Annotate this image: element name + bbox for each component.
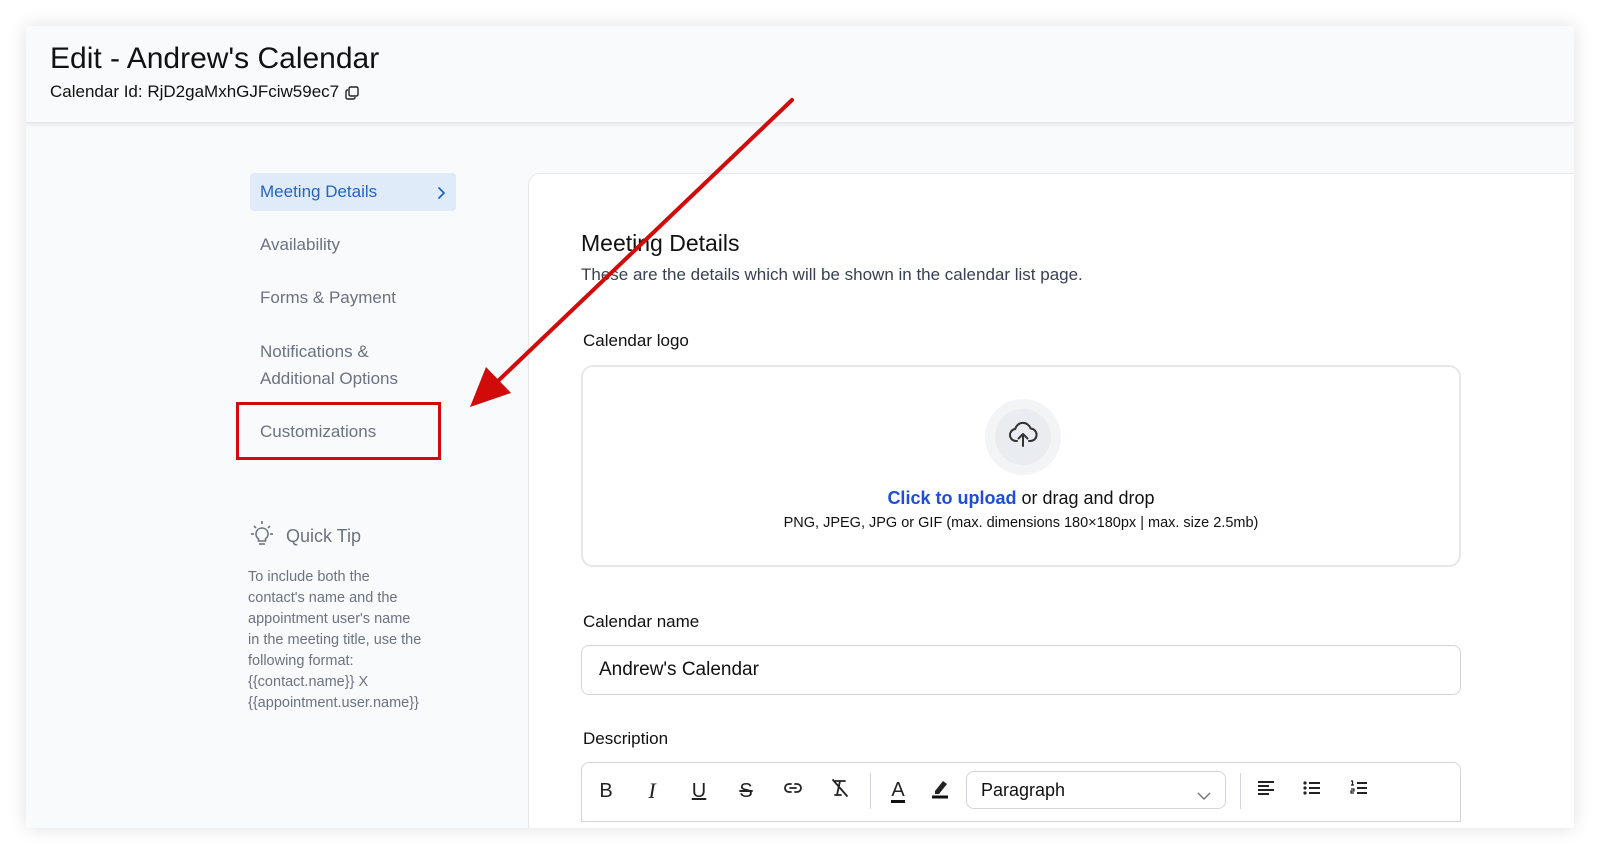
calendar-name-input[interactable] xyxy=(581,645,1461,695)
calendar-logo-label: Calendar logo xyxy=(583,331,689,350)
clear-format-button[interactable] xyxy=(826,777,854,805)
quick-tip-header: Quick Tip xyxy=(248,520,458,553)
strikethrough-icon: S xyxy=(739,779,753,802)
quick-tip: Quick Tip To include both the contact's … xyxy=(248,520,458,714)
text-color-button[interactable]: A xyxy=(884,777,912,805)
sidebar-item-label: Notifications & Additional Options xyxy=(260,342,398,388)
calendar-name-label: Calendar name xyxy=(583,612,700,631)
paragraph-style-select[interactable]: Paragraph xyxy=(966,771,1226,809)
section-title: Meeting Details xyxy=(581,230,740,256)
upload-hint: PNG, JPEG, JPG or GIF (max. dimensions 1… xyxy=(783,515,1259,531)
calendar-id: Calendar Id: RjD2gaMxhGJFciw59ec7 xyxy=(50,82,359,102)
text-color-icon: A xyxy=(891,778,905,803)
clear-format-icon xyxy=(829,777,851,805)
sidebar-item-meeting-details[interactable]: Meeting Details xyxy=(250,173,456,211)
underline-icon: U xyxy=(691,779,707,802)
align-left-icon xyxy=(1255,777,1277,805)
highlight-button[interactable] xyxy=(926,777,954,805)
italic-icon: I xyxy=(648,778,656,803)
toolbar-divider xyxy=(870,773,871,809)
quick-tip-text: To include both the contact's name and t… xyxy=(248,569,422,711)
highlighter-icon xyxy=(929,777,951,805)
logo-upload-dropzone[interactable]: Click to upload or drag and drop PNG, JP… xyxy=(581,365,1461,567)
bullet-list-icon xyxy=(1301,777,1323,805)
link-button[interactable] xyxy=(779,777,807,805)
bullet-list-button[interactable] xyxy=(1298,777,1326,805)
upload-instruction: Click to upload or drag and drop xyxy=(583,488,1459,509)
annotation-highlight-box xyxy=(236,402,441,460)
section-subtitle: These are the details which will be show… xyxy=(581,265,1083,284)
upload-icon-circle xyxy=(985,399,1061,475)
sidebar-item-label: Meeting Details xyxy=(260,182,378,201)
strikethrough-button[interactable]: S xyxy=(732,777,760,805)
upload-rest-text: or drag and drop xyxy=(1016,488,1155,508)
bold-icon: B xyxy=(599,779,613,802)
numbered-list-icon xyxy=(1348,777,1370,805)
underline-button[interactable]: U xyxy=(685,777,713,805)
bold-button[interactable]: B xyxy=(592,777,620,805)
cloud-upload-icon xyxy=(1007,419,1039,456)
numbered-list-button[interactable] xyxy=(1345,777,1373,805)
app-window: Edit - Andrew's Calendar Calendar Id: Rj… xyxy=(26,26,1574,828)
description-label: Description xyxy=(583,729,669,748)
toolbar-divider xyxy=(1240,773,1241,809)
page-title: Edit - Andrew's Calendar xyxy=(50,42,380,75)
sidebar-item-forms-payment[interactable]: Forms & Payment xyxy=(250,278,456,318)
link-icon xyxy=(782,777,804,805)
sidebar-item-label: Availability xyxy=(260,235,341,254)
sidebar-item-label: Forms & Payment xyxy=(260,288,397,307)
chevron-right-icon xyxy=(436,185,446,199)
lightbulb-icon xyxy=(248,520,276,553)
calendar-id-text: Calendar Id: RjD2gaMxhGJFciw59ec7 xyxy=(50,82,340,101)
paragraph-style-value: Paragraph xyxy=(981,779,1066,800)
chevron-down-icon xyxy=(1197,785,1211,800)
sidebar-item-notifications[interactable]: Notifications & Additional Options xyxy=(250,332,456,394)
sidebar-item-availability[interactable]: Availability xyxy=(250,225,456,265)
description-editor-toolbar: B I U S A Paragraph xyxy=(581,762,1461,822)
italic-button[interactable]: I xyxy=(638,777,666,805)
align-left-button[interactable] xyxy=(1252,777,1280,805)
click-to-upload-link[interactable]: Click to upload xyxy=(887,488,1016,508)
quick-tip-title: Quick Tip xyxy=(286,526,362,546)
copy-icon[interactable] xyxy=(345,85,359,100)
page-header: Edit - Andrew's Calendar Calendar Id: Rj… xyxy=(26,26,1574,123)
